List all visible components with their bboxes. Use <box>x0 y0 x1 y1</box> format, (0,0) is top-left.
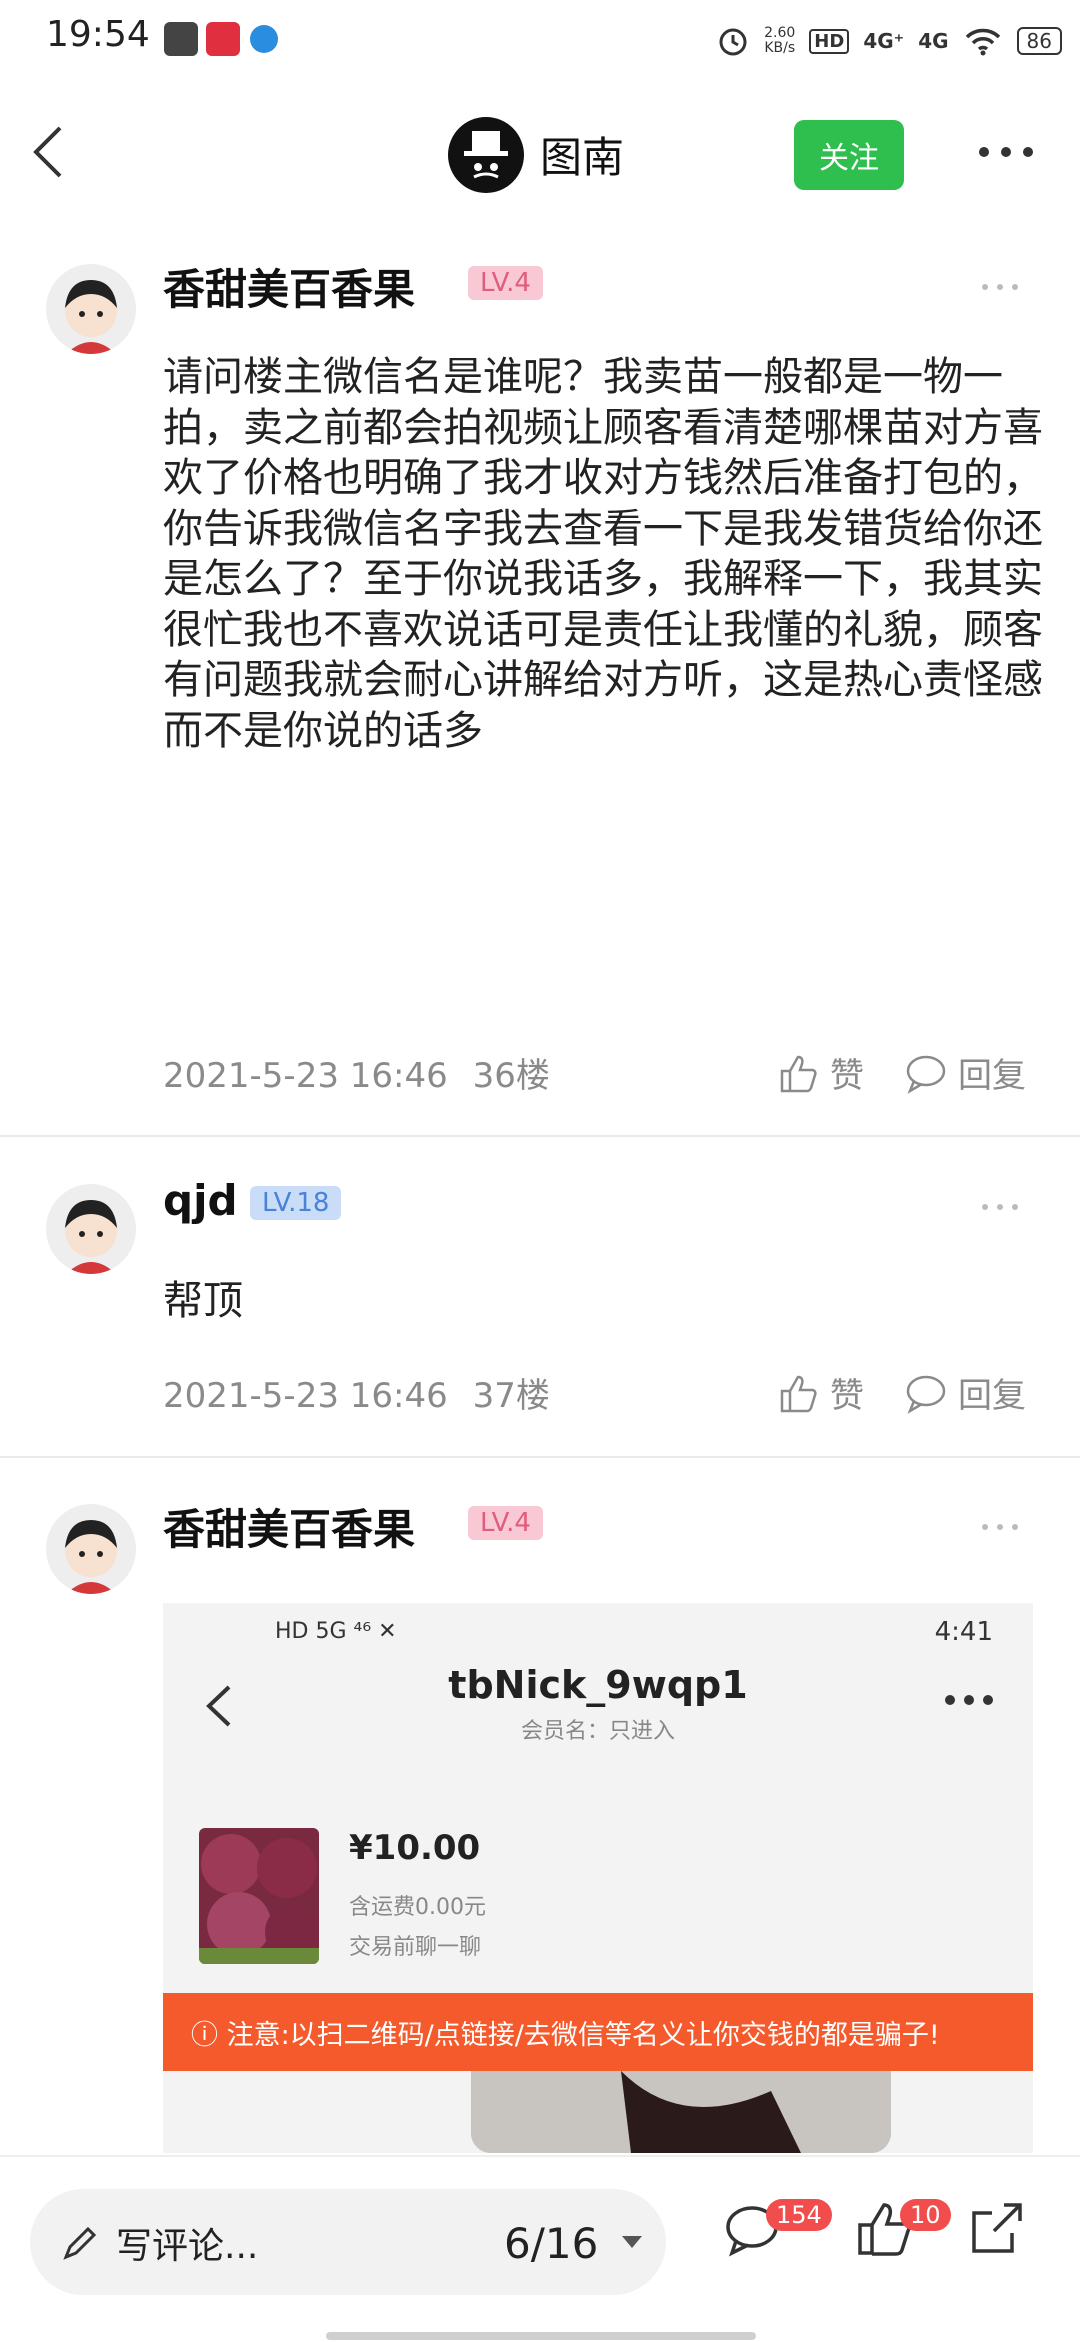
status-bar: 19:54 2.60 KB/s HD 4G⁺ 4G 86 <box>0 0 1080 84</box>
reply-button[interactable]: 回复 <box>904 1368 1026 1417</box>
battery-indicator: 86 <box>1016 27 1062 55</box>
embedded-time: 4:41 <box>934 1617 993 1647</box>
avatar[interactable] <box>46 1184 136 1274</box>
reply-label: 回复 <box>958 1376 1026 1416</box>
share-icon <box>972 2203 1022 2253</box>
avatar[interactable] <box>46 264 136 354</box>
pen-icon <box>63 2226 97 2260</box>
thumbs-up-icon <box>780 1375 817 1412</box>
embedded-shipping: 含运费0.00元 <box>349 1895 486 1920</box>
username[interactable]: 香甜美百香果 <box>163 256 415 317</box>
comment-bubble-icon <box>906 1055 946 1094</box>
post-floor: 37楼 <box>472 1376 550 1416</box>
top-header: 图南 关注 <box>0 100 1080 210</box>
post-more-icon[interactable] <box>980 282 1020 292</box>
post-more-icon[interactable] <box>980 1202 1020 1212</box>
embedded-status-left: HD 5G ⁴⁶ ✕ <box>275 1619 397 1644</box>
caret-down-icon[interactable] <box>620 2233 644 2251</box>
status-right: 2.60 KB/s HD 4G⁺ 4G 86 <box>716 16 1062 66</box>
post-content: 请问楼主微信名是谁呢？我卖苗一般都是一物一拍，卖之前都会拍视频让顾客看清楚哪棵苗… <box>163 354 1043 754</box>
page-title: 图南 <box>540 133 625 182</box>
app-notification-icon-2 <box>206 22 240 56</box>
embedded-price: ¥10.00 <box>349 1828 481 1868</box>
comment-bubble-icon <box>906 1375 946 1414</box>
more-options-icon[interactable] <box>976 142 1036 162</box>
username[interactable]: qjd <box>163 1176 238 1225</box>
post-meta: 2021-5-23 16:46 36楼 <box>163 1048 550 1097</box>
speed-value: 2.60 <box>764 25 796 41</box>
comment-input[interactable]: 写评论... 6/16 <box>30 2189 666 2295</box>
thumbs-up-icon <box>780 1055 817 1092</box>
like-button[interactable]: 赞 <box>776 1368 864 1417</box>
like-label: 赞 <box>830 1376 864 1416</box>
post-image[interactable]: HD 5G ⁴⁶ ✕ 4:41 tbNick_9wqp1 会员名：只进入 ¥10… <box>163 1603 1033 2153</box>
author-avatar[interactable] <box>448 117 524 193</box>
wifi-icon <box>965 28 1000 56</box>
avatar[interactable] <box>46 1504 136 1594</box>
embedded-title: tbNick_9wqp1 <box>448 1663 748 1707</box>
home-indicator[interactable] <box>326 2332 756 2340</box>
passion-fruit-icon <box>199 1834 319 1964</box>
hd-badge: HD <box>809 28 850 54</box>
username[interactable]: 香甜美百香果 <box>163 1496 415 1557</box>
post-floor: 36楼 <box>472 1056 550 1096</box>
back-arrow-icon[interactable] <box>20 122 80 182</box>
video-frame-icon <box>471 2071 891 2153</box>
follow-button[interactable]: 关注 <box>794 120 904 190</box>
bottom-action-bar: 写评论... 6/16 154 10 <box>0 2155 1080 2342</box>
speed-unit: KB/s <box>764 40 796 56</box>
like-count-badge: 10 <box>900 2199 951 2231</box>
app-notification-icon <box>164 22 198 56</box>
comment-placeholder: 写评论... <box>116 2226 259 2267</box>
cartoon-avatar-icon <box>65 1200 117 1274</box>
signal-4g: 4G <box>918 29 949 53</box>
like-label: 赞 <box>830 1056 864 1096</box>
app-notification-icon-3 <box>250 25 278 53</box>
signal-4g-plus: 4G⁺ <box>863 29 905 53</box>
page-indicator[interactable]: 6/16 <box>504 2219 598 2268</box>
post-datetime: 2021-5-23 16:46 <box>163 1376 448 1416</box>
network-speed: 2.60 KB/s <box>764 26 795 56</box>
level-badge: LV.4 <box>468 1506 543 1540</box>
post-meta: 2021-5-23 16:46 37楼 <box>163 1368 550 1417</box>
divider <box>0 1135 1080 1137</box>
level-badge: LV.18 <box>250 1186 342 1220</box>
divider <box>0 1456 1080 1458</box>
embedded-warning-banner: ⓘ 注意:以扫二维码/点链接/去微信等名义让你交钱的都是骗子! <box>163 1993 1033 2071</box>
cartoon-avatar-icon <box>65 1520 117 1594</box>
like-button[interactable]: 赞 <box>776 1048 864 1097</box>
comment-count-badge: 154 <box>766 2199 832 2231</box>
level-badge: LV.4 <box>468 266 543 300</box>
cartoon-avatar-icon <box>65 280 117 354</box>
post-datetime: 2021-5-23 16:46 <box>163 1056 448 1096</box>
embedded-subtitle: 会员名：只进入 <box>520 1719 675 1744</box>
top-hat-icon <box>464 131 508 179</box>
fruit-thumbnail <box>199 1828 319 1964</box>
alarm-icon <box>719 28 747 56</box>
reply-label: 回复 <box>958 1056 1026 1096</box>
share-button[interactable] <box>964 2197 1028 2265</box>
embedded-chat: 交易前聊一聊 <box>349 1935 482 1960</box>
post-more-icon[interactable] <box>980 1522 1020 1532</box>
post-content: 帮顶 <box>163 1278 243 1324</box>
embedded-more-icon <box>945 1695 993 1705</box>
status-time: 19:54 <box>46 14 150 55</box>
embedded-video-preview <box>471 2071 891 2153</box>
reply-button[interactable]: 回复 <box>904 1048 1026 1097</box>
